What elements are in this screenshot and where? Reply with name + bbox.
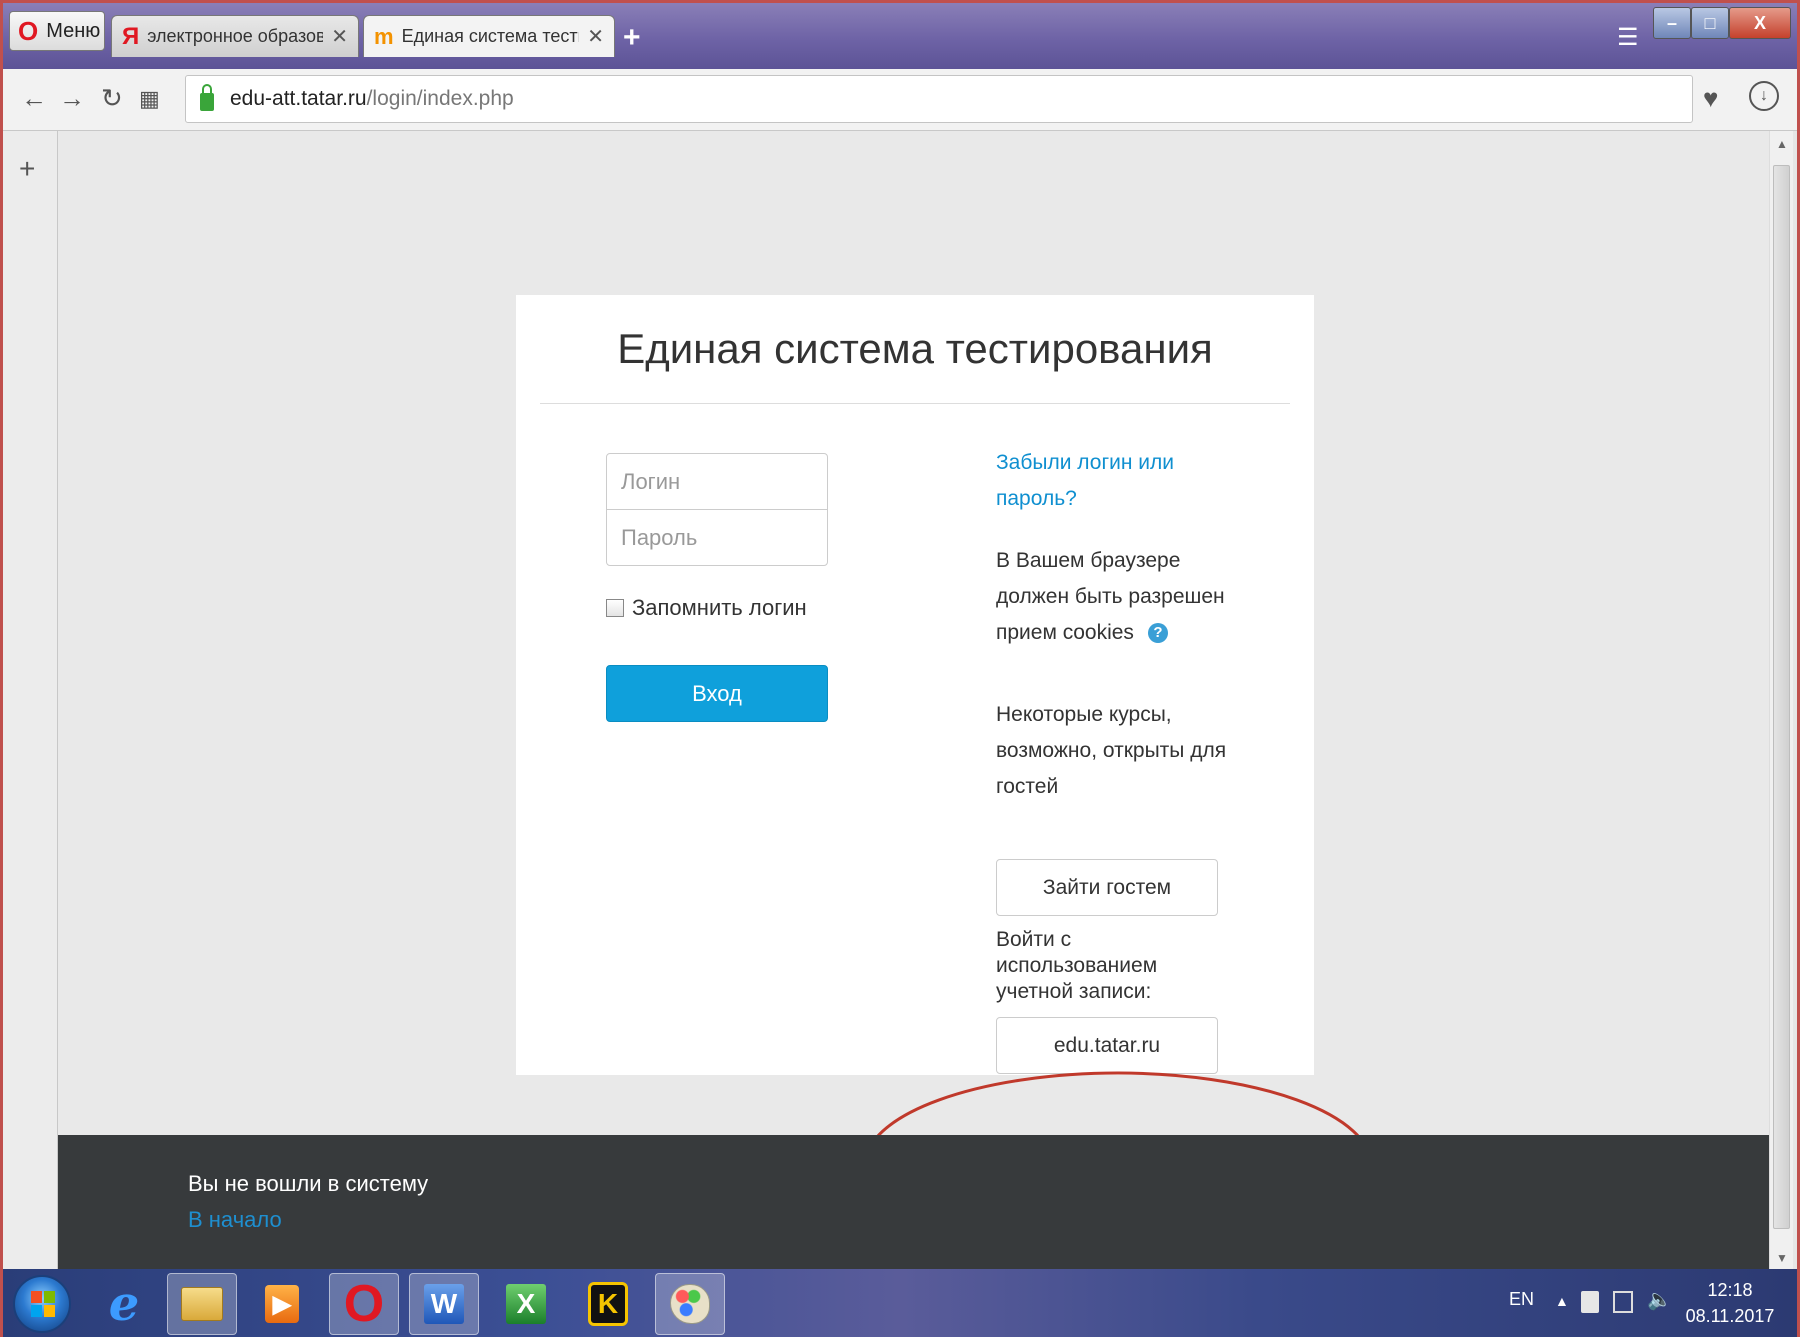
url-text: edu-att.tatar.ru/login/index.php: [230, 87, 514, 111]
close-icon[interactable]: ✕: [331, 24, 348, 49]
yandex-icon: Я: [122, 22, 140, 50]
remember-login[interactable]: Запомнить логин: [606, 595, 807, 621]
folder-shape: [181, 1287, 223, 1321]
scrollbar[interactable]: ▲ ▼: [1769, 131, 1793, 1269]
forward-icon[interactable]: →: [59, 83, 85, 114]
scroll-down-icon[interactable]: ▼: [1776, 1251, 1788, 1265]
home-link[interactable]: В начало: [188, 1207, 282, 1233]
maximize-button[interactable]: □: [1691, 7, 1729, 39]
volume-icon[interactable]: 🔈: [1647, 1287, 1672, 1312]
moodle-icon: m: [374, 23, 394, 49]
opera-taskbar-icon[interactable]: O: [329, 1273, 399, 1335]
tab-yandex[interactable]: Я электронное образовани ✕: [111, 15, 359, 57]
media-player-icon[interactable]: ▶: [247, 1273, 317, 1335]
browser-sidebar: +: [3, 131, 58, 1269]
download-icon[interactable]: ↓: [1749, 81, 1779, 111]
network-icon[interactable]: [1613, 1291, 1633, 1313]
heart-icon[interactable]: ♥: [1703, 83, 1718, 114]
word-icon[interactable]: W: [409, 1273, 479, 1335]
guests-text: Некоторые курсы, возможно, открыты для г…: [996, 703, 1227, 798]
flag-icon[interactable]: [1581, 1291, 1599, 1313]
divider: [540, 403, 1290, 404]
minimize-button[interactable]: –: [1653, 7, 1691, 39]
scroll-up-icon[interactable]: ▲: [1776, 137, 1788, 151]
guest-login-button[interactable]: Зайти гостем: [996, 859, 1218, 916]
remember-label: Запомнить логин: [632, 595, 807, 620]
language-indicator[interactable]: EN: [1509, 1289, 1534, 1310]
lock-icon: [200, 84, 214, 111]
tab-menu-icon[interactable]: ☰: [1617, 23, 1639, 52]
navigation-bar: ← → ↻ ▦ edu-att.tatar.ru/login/index.php…: [3, 69, 1797, 131]
login-button[interactable]: Вход: [606, 665, 828, 722]
cookies-text: В Вашем браузере должен быть разрешен пр…: [996, 549, 1225, 644]
tab-testing-system[interactable]: m Единая система тестиров ✕: [363, 15, 615, 57]
show-hidden-icons[interactable]: ▲: [1555, 1293, 1569, 1309]
scroll-thumb[interactable]: [1773, 165, 1790, 1229]
address-bar[interactable]: edu-att.tatar.ru/login/index.php: [185, 75, 1693, 123]
sso-login-button[interactable]: edu.tatar.ru: [996, 1017, 1218, 1074]
opera-icon: O: [18, 16, 39, 46]
plus-icon[interactable]: +: [19, 153, 35, 185]
browser-window: O Меню Я электронное образовани ✕ m Един…: [3, 3, 1797, 1269]
login-input[interactable]: Логин: [606, 453, 828, 510]
login-status: Вы не вошли в систему: [188, 1171, 429, 1196]
reload-icon[interactable]: ↻: [101, 83, 123, 114]
url-host: edu-att.tatar.ru: [230, 87, 367, 110]
close-icon[interactable]: ✕: [587, 24, 604, 49]
login-with-text: Войти с использованием учетной записи:: [996, 928, 1158, 1003]
windows-taskbar: e ▶ O W X K EN ▲ 🔈 12:18 08.11.2017: [3, 1269, 1797, 1337]
clock[interactable]: 12:18 08.11.2017: [1675, 1277, 1785, 1329]
clock-time: 12:18: [1707, 1280, 1753, 1300]
word-shape: W: [424, 1284, 464, 1324]
url-path: /login/index.php: [366, 87, 514, 110]
page-footer: Вы не вошли в систему В начало: [58, 1135, 1769, 1269]
new-tab-button[interactable]: +: [623, 21, 641, 55]
tab-title: Единая система тестиров: [401, 26, 580, 46]
k-shape: K: [588, 1282, 628, 1326]
media-shape: ▶: [265, 1285, 299, 1323]
windows-logo: [31, 1291, 55, 1317]
speed-dial-icon[interactable]: ▦: [139, 86, 160, 112]
password-input[interactable]: Пароль: [606, 509, 828, 566]
excel-icon[interactable]: X: [491, 1273, 561, 1335]
opera-menu-button[interactable]: O Меню: [9, 11, 105, 51]
windows-start-icon[interactable]: [13, 1275, 71, 1333]
paint-icon[interactable]: [655, 1273, 725, 1335]
clock-date: 08.11.2017: [1685, 1306, 1775, 1326]
forgot-password-link[interactable]: Забыли логин или пароль?: [996, 445, 1236, 517]
folder-icon[interactable]: [167, 1273, 237, 1335]
back-icon[interactable]: ←: [21, 83, 47, 114]
ie-icon[interactable]: e: [89, 1273, 159, 1335]
k-app-icon[interactable]: K: [573, 1273, 643, 1335]
menu-label: Меню: [46, 19, 101, 42]
excel-shape: X: [506, 1284, 546, 1324]
help-icon[interactable]: ?: [1147, 623, 1168, 644]
remember-checkbox[interactable]: [606, 599, 624, 617]
page-title: Единая система тестирования: [617, 325, 1213, 372]
page-content: Единая система тестирования Логин Пароль…: [58, 131, 1769, 1269]
tab-title: электронное образовани: [147, 26, 323, 46]
cookies-notice: В Вашем браузере должен быть разрешен пр…: [996, 543, 1236, 651]
close-window-button[interactable]: X: [1729, 7, 1791, 39]
paint-shape: [670, 1284, 710, 1324]
login-card: Единая система тестирования Логин Пароль…: [516, 295, 1314, 1075]
tab-strip: O Меню Я электронное образовани ✕ m Един…: [3, 3, 1797, 69]
